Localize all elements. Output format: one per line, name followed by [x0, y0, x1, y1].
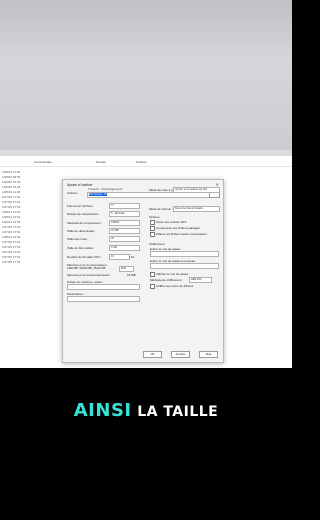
- dialog-title: Ajouter à l'archive: [67, 183, 93, 187]
- block-select[interactable]: 4 GB: [109, 245, 140, 251]
- mem-decomp-label: Mémoire pour la décompression :: [67, 273, 112, 277]
- desktop-screen: Commentaire Dossier Fichiers 1/08/19 11:…: [0, 156, 292, 368]
- dict-label: Taille du dictionnaire :: [67, 229, 96, 233]
- block-label: Taille de bloc solide :: [67, 246, 95, 250]
- caption-word-highlight: AINSI: [73, 400, 132, 421]
- threads-max: / 16: [129, 255, 135, 259]
- word-label: Taille des mots :: [67, 237, 89, 241]
- format-label: Format de l'archive :: [67, 204, 95, 208]
- caption-area: [0, 368, 292, 520]
- path-label: Mode de chemin :: [149, 207, 173, 211]
- path-select[interactable]: Noms de chemin relatifs: [173, 206, 220, 212]
- column-files[interactable]: Fichiers: [136, 160, 147, 164]
- add-to-archive-dialog: Ajouter à l'archive ✕ Archive : C:\Users…: [62, 179, 224, 363]
- file-row[interactable]: 1/07/25 17:52: [2, 260, 20, 265]
- show-password-label: Afficher le mot de passe: [156, 272, 189, 276]
- file-list: 1/08/19 11:28 1/08/20 09:55 1/08/20 16:03 1…: [2, 170, 20, 265]
- cancel-button[interactable]: Annuler: [171, 351, 190, 358]
- mem-comp-value: 2496 MB / 16209 MB / 15122 MB: [67, 267, 106, 270]
- archive-name-text: Dat (Pixels) .7z: [89, 193, 107, 196]
- password-confirm-input[interactable]: [150, 263, 219, 269]
- show-password-checkbox[interactable]: [150, 272, 155, 277]
- shared-label: Compresser les fichiers partagés: [156, 226, 200, 230]
- encrypt-names-label: Chiffrer les noms de fichiers: [156, 284, 194, 288]
- shared-checkbox[interactable]: [150, 226, 155, 231]
- level-label: Niveau de compression :: [67, 212, 101, 216]
- column-folder[interactable]: Dossier: [96, 160, 106, 164]
- sfx-checkbox[interactable]: [150, 220, 155, 225]
- subtitle-caption: AINSI LA TAILLE: [0, 400, 292, 421]
- encrypt-label: Chiffrement: [149, 242, 165, 246]
- help-button[interactable]: Aide: [199, 351, 218, 358]
- mem-comp-pct[interactable]: 80%: [119, 266, 134, 272]
- sfx-label: Créer une archive SFX: [156, 220, 187, 224]
- threads-label: Nombre de threads CPU :: [67, 255, 102, 259]
- caption-word-rest: LA TAILLE: [137, 404, 219, 420]
- word-select[interactable]: 32: [109, 236, 140, 242]
- delete-label: Effacer les fichiers après compression: [156, 232, 207, 236]
- blurred-background-top: [0, 0, 292, 150]
- mem-decomp-value: 18 MB: [127, 273, 136, 277]
- options-label: Options: [149, 215, 160, 219]
- method-select[interactable]: LZMA2: [109, 220, 140, 226]
- ok-button[interactable]: OK: [143, 351, 162, 358]
- file-list-header: Commentaire Dossier Fichiers: [0, 158, 292, 167]
- column-comment[interactable]: Commentaire: [34, 160, 52, 164]
- method-label: Méthode de compression :: [67, 221, 103, 225]
- encrypt-names-checkbox[interactable]: [150, 284, 155, 289]
- archive-path: C:\Users\...\Téléchargements\: [88, 188, 123, 191]
- threads-select[interactable]: 16: [109, 254, 130, 260]
- delete-checkbox[interactable]: [150, 232, 155, 237]
- update-select[interactable]: Ajouter et remplacer les fich: [173, 187, 220, 193]
- archive-label: Archive :: [67, 191, 79, 195]
- password-input[interactable]: [150, 251, 219, 257]
- level-select[interactable]: 5 - Normale: [109, 211, 140, 217]
- split-input[interactable]: [67, 284, 140, 290]
- format-select[interactable]: 7z: [109, 203, 140, 209]
- dict-select[interactable]: 16 MB: [109, 228, 140, 234]
- params-input[interactable]: [67, 296, 140, 302]
- enc-method-select[interactable]: AES-256: [189, 277, 212, 283]
- enc-method-label: Méthode de chiffrement :: [150, 278, 184, 282]
